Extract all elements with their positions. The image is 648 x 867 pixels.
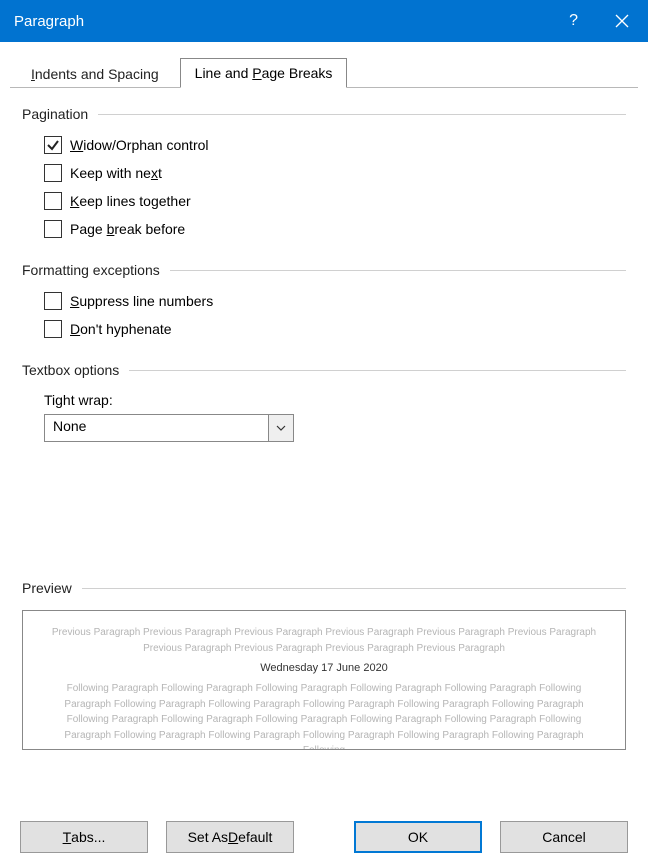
preview-sample-text: Wednesday 17 June 2020 bbox=[51, 660, 597, 677]
checkmark-icon bbox=[44, 136, 62, 154]
button-row: Tabs... Set As Default OK Cancel bbox=[0, 821, 648, 853]
section-textbox-options: Textbox options bbox=[22, 362, 626, 378]
section-pagination-label: Pagination bbox=[22, 106, 98, 122]
tight-wrap-select[interactable]: None bbox=[44, 414, 294, 442]
titlebar-title: Paragraph bbox=[0, 13, 84, 30]
tab-line-and-page-breaks[interactable]: Line and Page Breaks bbox=[180, 58, 348, 88]
section-preview-label: Preview bbox=[22, 580, 82, 596]
cancel-button[interactable]: Cancel bbox=[500, 821, 628, 853]
section-preview: Preview bbox=[22, 580, 626, 596]
chevron-down-icon bbox=[268, 414, 294, 442]
close-icon[interactable] bbox=[596, 0, 648, 42]
ok-button[interactable]: OK bbox=[354, 821, 482, 853]
section-textbox-label: Textbox options bbox=[22, 362, 129, 378]
section-pagination: Pagination bbox=[22, 106, 626, 122]
section-formatting-exceptions: Formatting exceptions bbox=[22, 262, 626, 278]
tabs-button[interactable]: Tabs... bbox=[20, 821, 148, 853]
checkmark-icon bbox=[44, 192, 62, 210]
preview-box: Previous Paragraph Previous Paragraph Pr… bbox=[22, 610, 626, 750]
checkbox-dont-hyphenate[interactable]: Don't hyphenate bbox=[44, 320, 626, 338]
help-icon[interactable]: ? bbox=[551, 0, 596, 42]
tight-wrap-value: None bbox=[44, 414, 268, 442]
titlebar: Paragraph ? bbox=[0, 0, 648, 42]
tab-strip: Indents and Spacing Line and Page Breaks bbox=[10, 54, 638, 88]
checkbox-widow-orphan[interactable]: Widow/Orphan control bbox=[44, 136, 626, 154]
checkbox-keep-lines-together[interactable]: Keep lines together bbox=[44, 192, 626, 210]
checkbox-keep-with-next[interactable]: Keep with next bbox=[44, 164, 626, 182]
preview-prev-paragraphs: Previous Paragraph Previous Paragraph Pr… bbox=[51, 625, 597, 656]
preview-following-paragraphs: Following Paragraph Following Paragraph … bbox=[51, 681, 597, 750]
checkmark-icon bbox=[44, 292, 62, 310]
checkmark-icon bbox=[44, 164, 62, 182]
checkbox-suppress-line-numbers[interactable]: Suppress line numbers bbox=[44, 292, 626, 310]
tight-wrap-label: Tight wrap: bbox=[44, 392, 626, 408]
section-formatting-label: Formatting exceptions bbox=[22, 262, 170, 278]
tab-indents-and-spacing[interactable]: Indents and Spacing bbox=[16, 59, 174, 88]
set-as-default-button[interactable]: Set As Default bbox=[166, 821, 294, 853]
checkbox-page-break-before[interactable]: Page break before bbox=[44, 220, 626, 238]
tab-panel: Pagination Widow/Orphan control Keep wit… bbox=[10, 88, 638, 760]
checkmark-icon bbox=[44, 220, 62, 238]
checkmark-icon bbox=[44, 320, 62, 338]
